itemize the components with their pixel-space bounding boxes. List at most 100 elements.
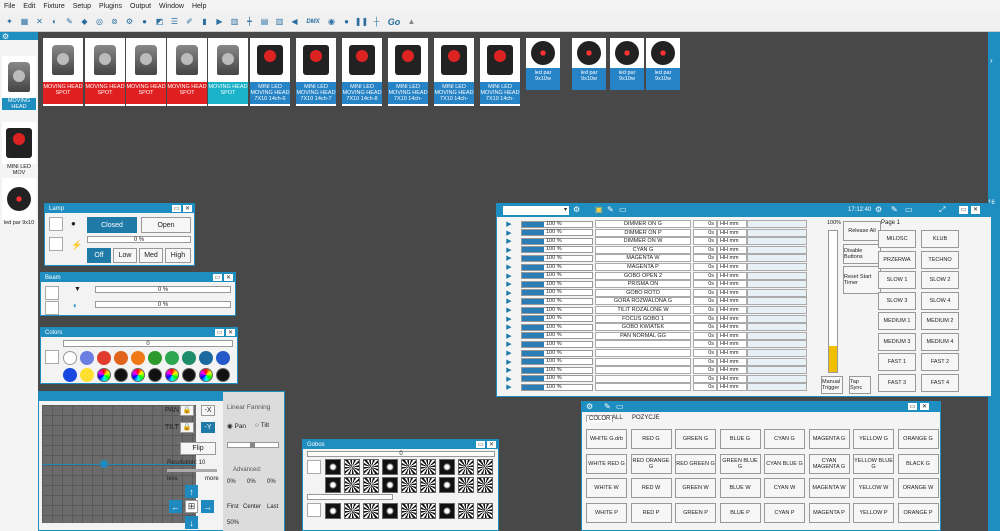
gobo-icon[interactable]: [439, 503, 455, 519]
off-button[interactable]: Off: [87, 248, 111, 263]
gobo-icon[interactable]: [439, 477, 455, 493]
cue-slider[interactable]: 100 %: [521, 237, 593, 245]
menu-setup[interactable]: Setup: [73, 3, 91, 10]
play-icon[interactable]: ▶: [501, 272, 517, 280]
play-icon[interactable]: ▶: [501, 289, 517, 297]
fixture-tile[interactable]: led par 9x10w: [646, 38, 680, 90]
pause-icon[interactable]: ❚❚: [355, 16, 368, 27]
gobo-icon[interactable]: [382, 459, 398, 475]
cue-slider[interactable]: 100 %: [521, 375, 593, 383]
cue-slider[interactable]: 100 %: [521, 358, 593, 366]
fixture-tile[interactable]: MOVING HEAD SPOT: [85, 38, 125, 106]
closed-button[interactable]: Closed: [87, 217, 137, 233]
color-swatch[interactable]: [80, 351, 94, 365]
color-preset-button[interactable]: RED ORANGE G: [630, 453, 672, 474]
close-icon[interactable]: ✕: [971, 206, 980, 214]
gobo-icon[interactable]: [458, 503, 474, 519]
tilt-lock-icon[interactable]: 🔒: [180, 422, 194, 433]
menu-fixture[interactable]: Fixture: [43, 3, 64, 10]
color-preset-button[interactable]: GREEN BLUE G: [719, 453, 761, 474]
fixture-tile[interactable]: MINI LED MOVING HEAD 7X10 14ch-: [434, 38, 474, 106]
fixture-tile[interactable]: MINI LED MOVING HEAD 7X10 14ch-8: [342, 38, 382, 106]
gobo-icon[interactable]: [363, 477, 379, 493]
arrow-right-icon[interactable]: →: [201, 500, 214, 513]
color-swatch[interactable]: [148, 351, 162, 365]
color-preset-button[interactable]: WHITE W: [586, 478, 627, 498]
color-preset-button[interactable]: GREEN P: [675, 502, 716, 523]
pencil-icon[interactable]: ✎: [64, 16, 75, 27]
close-icon[interactable]: ✕: [226, 329, 235, 336]
color-swatch[interactable]: [114, 351, 128, 365]
gobo-icon[interactable]: [325, 477, 341, 493]
play-icon[interactable]: ▶: [501, 315, 517, 323]
folder-icon-2[interactable]: ▭: [905, 205, 913, 214]
color-preset-button[interactable]: BLUE G: [719, 429, 761, 449]
fixture-tile[interactable]: MINI LED MOVING HEAD 7X10 14ch-6: [250, 38, 290, 106]
color-preset-button[interactable]: CYAN MAGENTA G: [808, 453, 850, 474]
fixture-tile[interactable]: led par 9x10w: [572, 38, 606, 90]
close-icon[interactable]: ✕: [487, 441, 496, 448]
page-button[interactable]: SLOW 3: [878, 291, 916, 310]
cue-slider[interactable]: 100 %: [521, 220, 593, 228]
close-icon[interactable]: ✕: [920, 403, 929, 410]
color-preset-button[interactable]: CYAN G: [764, 429, 805, 449]
color-wheel-swatch[interactable]: [97, 368, 111, 382]
restore-icon[interactable]: ▭: [213, 274, 222, 281]
audio-icon[interactable]: ▤: [259, 16, 270, 27]
menu-help[interactable]: Help: [192, 3, 206, 10]
color-preset-button[interactable]: YELLOW P: [853, 502, 894, 523]
color-swatch[interactable]: [216, 351, 230, 365]
open-button[interactable]: Open: [141, 217, 191, 233]
color-wheel-swatch[interactable]: [199, 368, 213, 382]
fixture-tile[interactable]: MINI LED MOVING HEAD 7X10 14ch-: [388, 38, 428, 106]
play-icon[interactable]: ▶: [501, 280, 517, 288]
cue-row[interactable]: ▶ 100 % MAGENTA W 0s HH mm: [501, 254, 819, 263]
cue-row[interactable]: ▶ 100 % GOBO ROTO 0s HH mm: [501, 288, 819, 297]
folder-icon[interactable]: ▭: [619, 205, 627, 214]
fixture-tile[interactable]: led par 9x10w: [610, 38, 644, 90]
fixture-add-icon[interactable]: ✦: [4, 16, 15, 27]
color-wheel-swatch[interactable]: [114, 368, 128, 382]
play-icon[interactable]: ▶: [501, 323, 517, 331]
gobo-icon[interactable]: [401, 459, 417, 475]
color-preset-button[interactable]: YELLOW W: [853, 478, 894, 498]
color-preset-button[interactable]: BLUE P: [719, 502, 761, 523]
play-icon[interactable]: ▶: [501, 254, 517, 262]
edit-icon[interactable]: ✎: [607, 205, 614, 214]
fixture-tile[interactable]: led par 9x10w: [526, 38, 560, 90]
play-icon[interactable]: ▶: [501, 332, 517, 340]
color-tab[interactable]: ALL: [610, 415, 625, 421]
fixture-tile[interactable]: MOVING HEAD SPOT: [167, 38, 207, 106]
gobo-select-box-2[interactable]: [307, 503, 321, 517]
low-button[interactable]: Low: [113, 248, 137, 263]
fixture-tile[interactable]: MOVING HEAD SPOT: [43, 38, 83, 106]
menu-window[interactable]: Window: [159, 3, 184, 10]
beam-bar-2[interactable]: 0 %: [95, 301, 231, 308]
gear-icon-2[interactable]: ⚙: [875, 205, 882, 214]
close-icon[interactable]: ✕: [224, 274, 233, 281]
color-swatch[interactable]: [131, 351, 145, 365]
color-swatch[interactable]: [97, 351, 111, 365]
color-swatch[interactable]: [199, 351, 213, 365]
color-wheel-swatch[interactable]: [148, 368, 162, 382]
color-swatch[interactable]: [80, 368, 94, 382]
cue-slider[interactable]: 100 %: [521, 289, 593, 297]
color-preset-button[interactable]: WHITE RED G: [586, 453, 627, 474]
cue-row[interactable]: ▶ 100 % MAGENTA P 0s HH mm: [501, 263, 819, 271]
color-select-box[interactable]: [45, 350, 59, 364]
color-preset-button[interactable]: CYAN W: [764, 478, 805, 498]
color-preset-button[interactable]: YELLOW G: [853, 429, 894, 449]
cue-row[interactable]: ▶ 100 % 0s HH mm: [501, 357, 819, 366]
cue-row[interactable]: ▶ 100 % GOBO KWIATEK 0s HH mm: [501, 323, 819, 332]
play-icon[interactable]: ▶: [501, 246, 517, 254]
cue-row[interactable]: ▶ 100 % 0s HH mm: [501, 349, 819, 357]
cue-slider[interactable]: 100 %: [521, 246, 593, 254]
disable-buttons-button[interactable]: Disable Buttons: [843, 244, 881, 264]
gobo-select-box[interactable]: [307, 460, 321, 474]
arrow-left-icon[interactable]: ←: [169, 500, 182, 513]
gobo-icon[interactable]: [382, 503, 398, 519]
gobo-icon[interactable]: [325, 459, 341, 475]
restore-icon[interactable]: ▭: [215, 329, 224, 336]
page-button[interactable]: PRZERWA: [878, 250, 916, 269]
color-preset-button[interactable]: MAGENTA W: [808, 478, 850, 498]
